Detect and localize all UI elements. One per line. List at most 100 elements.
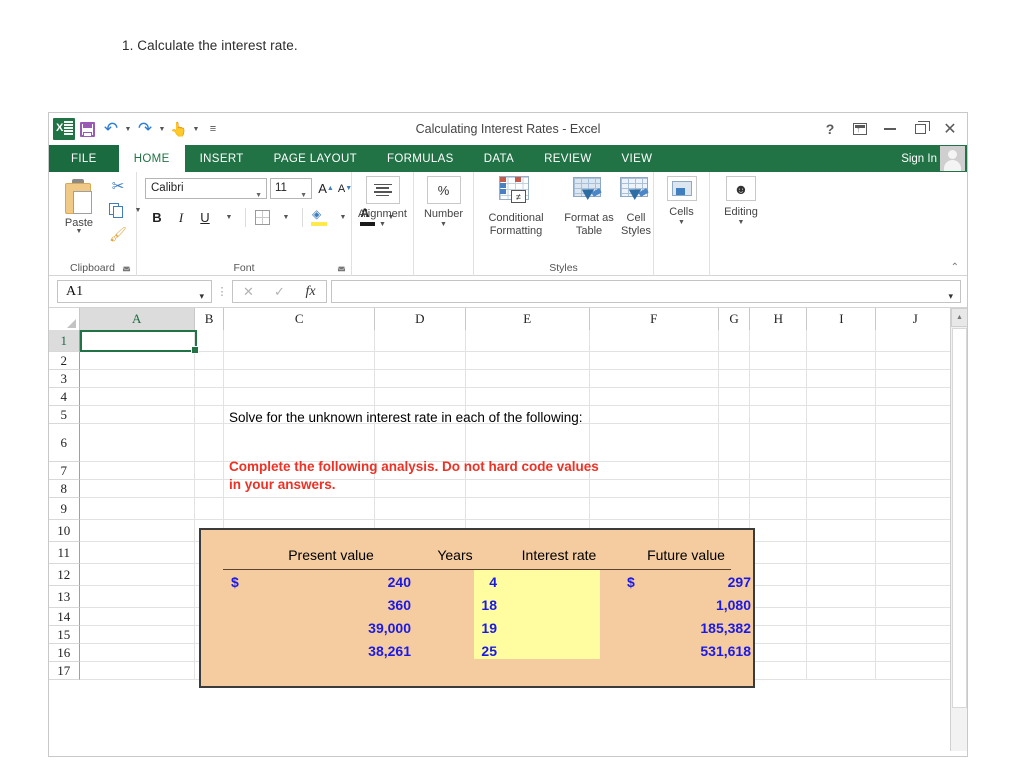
cell-B16[interactable] [194,644,225,662]
cell-C5[interactable] [224,406,376,424]
tab-file[interactable]: FILE [49,145,119,172]
tab-page-layout[interactable]: PAGE LAYOUT [259,145,372,172]
cell-H9[interactable] [750,498,808,520]
cell-F15[interactable] [589,626,719,644]
row-header-8[interactable]: 8 [49,480,80,498]
cell-D12[interactable] [375,564,466,586]
row-header-12[interactable]: 12 [49,564,80,586]
cell-G16[interactable] [718,644,751,662]
cell-E9[interactable] [465,498,590,520]
cell-G5[interactable] [718,406,751,424]
cell-E14[interactable] [465,608,590,626]
cell-D17[interactable] [375,662,466,680]
editing-button[interactable]: ☻ Editing ▼ [710,176,772,226]
cells-button[interactable]: ↔ Cells ▼ [654,176,709,226]
restore-icon[interactable] [905,115,935,143]
cell-H8[interactable] [750,480,808,498]
cell-F11[interactable] [589,542,719,564]
cell-J13[interactable] [876,586,956,608]
cell-A13[interactable] [79,586,195,608]
cell-F1[interactable] [589,330,719,352]
name-box[interactable]: A1 ▾ [57,280,212,303]
cell-G3[interactable] [718,370,751,388]
row-header-5[interactable]: 5 [49,406,80,424]
number-dropdown-icon[interactable]: ▼ [440,221,447,228]
cut-button[interactable]: ✂ [105,174,131,198]
ribbon-display-options-icon[interactable] [845,115,875,143]
cell-C8[interactable] [224,480,376,498]
cell-I8[interactable] [807,480,877,498]
cell-G14[interactable] [718,608,751,626]
row-header-14[interactable]: 14 [49,608,80,626]
fill-color-button[interactable]: ◈ [307,206,331,229]
close-icon[interactable]: ✕ [935,115,965,143]
enter-formula-icon[interactable]: ✓ [264,284,295,300]
cell-D15[interactable] [375,626,466,644]
cell-D13[interactable] [375,586,466,608]
cell-A12[interactable] [79,564,195,586]
cell-H17[interactable] [750,662,808,680]
cell-D11[interactable] [375,542,466,564]
paste-dropdown-icon[interactable]: ▼ [76,228,83,235]
cell-C17[interactable] [224,662,376,680]
cell-E1[interactable] [465,330,590,352]
cells-dropdown-icon[interactable]: ▼ [678,219,685,226]
cell-F14[interactable] [589,608,719,626]
font-size-dropdown-icon[interactable]: ▼ [300,186,307,205]
cell-A17[interactable] [79,662,195,680]
cell-I16[interactable] [807,644,877,662]
cell-C14[interactable] [224,608,376,626]
row-header-6[interactable]: 6 [49,424,80,462]
cell-C1[interactable] [224,330,376,352]
cell-C13[interactable] [224,586,376,608]
cell-E3[interactable] [465,370,590,388]
cell-H15[interactable] [750,626,808,644]
column-header-e[interactable]: E [465,308,590,330]
sign-in-link[interactable]: Sign In [901,145,937,172]
cell-J1[interactable] [876,330,956,352]
cell-H7[interactable] [750,462,808,480]
tab-view[interactable]: VIEW [607,145,668,172]
cell-H16[interactable] [750,644,808,662]
cell-A4[interactable] [79,388,195,406]
cell-B1[interactable] [194,330,225,352]
cell-E2[interactable] [465,352,590,370]
formula-input[interactable]: ▾ [331,280,961,303]
cell-E7[interactable] [465,462,590,480]
cell-I15[interactable] [807,626,877,644]
cell-B3[interactable] [194,370,225,388]
cell-D7[interactable] [375,462,466,480]
cell-H6[interactable] [750,424,808,462]
cell-I13[interactable] [807,586,877,608]
cell-A10[interactable] [79,520,195,542]
cell-B14[interactable] [194,608,225,626]
cell-J3[interactable] [876,370,956,388]
cell-G9[interactable] [718,498,751,520]
cell-G11[interactable] [718,542,751,564]
cell-C3[interactable] [224,370,376,388]
column-header-d[interactable]: D [375,308,466,330]
cell-G6[interactable] [718,424,751,462]
cell-G1[interactable] [718,330,751,352]
cell-F8[interactable] [589,480,719,498]
cell-D10[interactable] [375,520,466,542]
cell-I11[interactable] [807,542,877,564]
cell-C4[interactable] [224,388,376,406]
vertical-scrollbar[interactable]: ▲ [950,308,967,751]
cell-B5[interactable] [194,406,225,424]
cell-D1[interactable] [375,330,466,352]
cell-F9[interactable] [589,498,719,520]
cell-J14[interactable] [876,608,956,626]
row-header-9[interactable]: 9 [49,498,80,520]
cell-C9[interactable] [224,498,376,520]
editing-dropdown-icon[interactable]: ▼ [738,219,745,226]
insert-function-icon[interactable]: fx [295,284,326,300]
cell-J2[interactable] [876,352,956,370]
cell-E11[interactable] [465,542,590,564]
cell-B7[interactable] [194,462,225,480]
cell-A3[interactable] [79,370,195,388]
cell-J8[interactable] [876,480,956,498]
paste-button[interactable]: Paste ▼ [55,175,103,251]
font-dialog-launcher-icon[interactable]: ◛ [337,262,346,271]
row-header-17[interactable]: 17 [49,662,80,680]
